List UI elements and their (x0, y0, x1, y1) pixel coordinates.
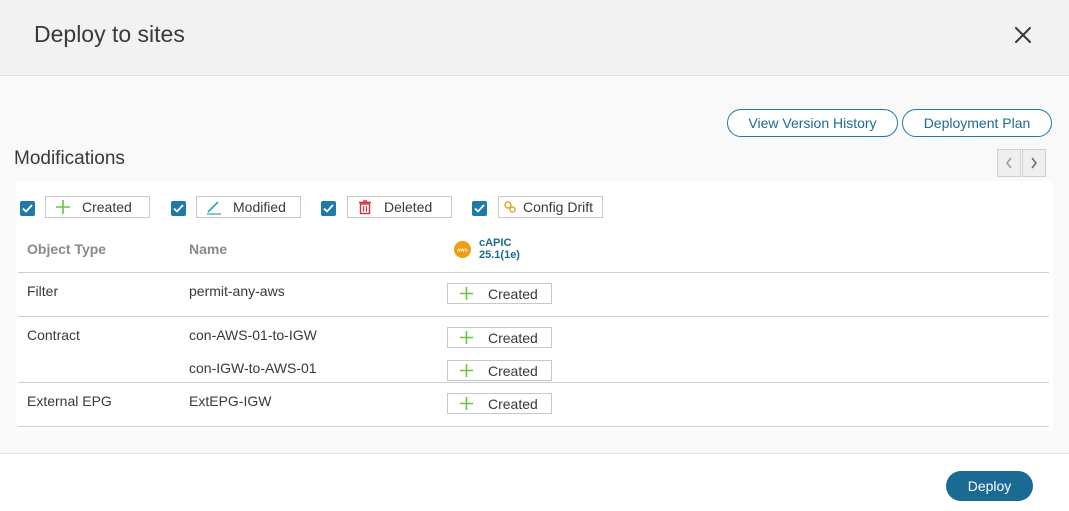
divider (18, 426, 1049, 427)
next-page-button[interactable] (1022, 149, 1046, 177)
plus-icon (457, 363, 475, 378)
site-version: 25.1(1e) (479, 249, 520, 261)
config-drift-filter-label: Config Drift (523, 199, 594, 215)
site-column-header: aws cAPIC 25.1(1e) (454, 237, 520, 261)
deleted-filter-chip[interactable]: Deleted (347, 196, 452, 218)
close-icon[interactable] (1010, 22, 1036, 48)
config-drift-filter-chip[interactable]: Config Drift (498, 196, 603, 218)
chevron-right-icon (1031, 157, 1037, 169)
created-status-badge: Created (447, 327, 552, 348)
plus-icon (457, 330, 475, 345)
modifications-panel: Created Modified Deleted Config Drift Ob… (16, 181, 1053, 431)
filter-row: Created Modified Deleted Config Drift (16, 195, 1053, 219)
name-column-header[interactable]: Name (189, 241, 227, 257)
modified-filter-chip[interactable]: Modified (196, 196, 301, 218)
object-type-column-header[interactable]: Object Type (27, 241, 106, 257)
view-version-history-button[interactable]: View Version History (727, 109, 898, 137)
section-title: Modifications (14, 148, 125, 169)
config-drift-icon (501, 200, 519, 214)
dialog-body: View Version History Deployment Plan Mod… (0, 77, 1069, 453)
divider (18, 316, 1049, 317)
created-checkbox[interactable] (20, 201, 35, 216)
modified-checkbox[interactable] (171, 201, 186, 216)
plus-icon (52, 199, 74, 215)
plus-icon (457, 286, 475, 301)
prev-page-button[interactable] (997, 149, 1021, 177)
config-drift-checkbox[interactable] (472, 201, 487, 216)
deploy-button[interactable]: Deploy (946, 471, 1033, 501)
site-name: cAPIC (479, 237, 512, 249)
plus-icon (457, 396, 475, 411)
svg-text:aws: aws (457, 247, 467, 253)
created-status-badge: Created (447, 283, 552, 304)
created-status-badge: Created (447, 360, 552, 381)
pencil-icon (203, 199, 225, 215)
aws-icon: aws (454, 240, 471, 258)
chevron-left-icon (1006, 157, 1012, 169)
object-name-cell: con-IGW-to-AWS-01 (189, 360, 317, 376)
object-type-cell: External EPG (27, 393, 112, 409)
object-name-cell: permit-any-aws (189, 283, 285, 299)
created-filter-chip[interactable]: Created (45, 196, 150, 218)
deleted-filter-label: Deleted (384, 199, 433, 215)
dialog-header: Deploy to sites (0, 0, 1069, 76)
dialog-title: Deploy to sites (34, 21, 185, 47)
divider (18, 382, 1049, 383)
object-name-cell: ExtEPG-IGW (189, 393, 272, 409)
dialog-footer: Deploy (0, 453, 1069, 511)
modified-filter-label: Modified (233, 199, 286, 215)
object-type-cell: Contract (27, 327, 80, 343)
trash-icon (354, 199, 376, 215)
created-filter-label: Created (82, 199, 132, 215)
deployment-plan-button[interactable]: Deployment Plan (902, 109, 1052, 137)
created-status-badge: Created (447, 393, 552, 414)
object-type-cell: Filter (27, 283, 59, 299)
object-name-cell: con-AWS-01-to-IGW (189, 327, 317, 343)
divider (18, 272, 1049, 273)
deleted-checkbox[interactable] (321, 201, 336, 216)
